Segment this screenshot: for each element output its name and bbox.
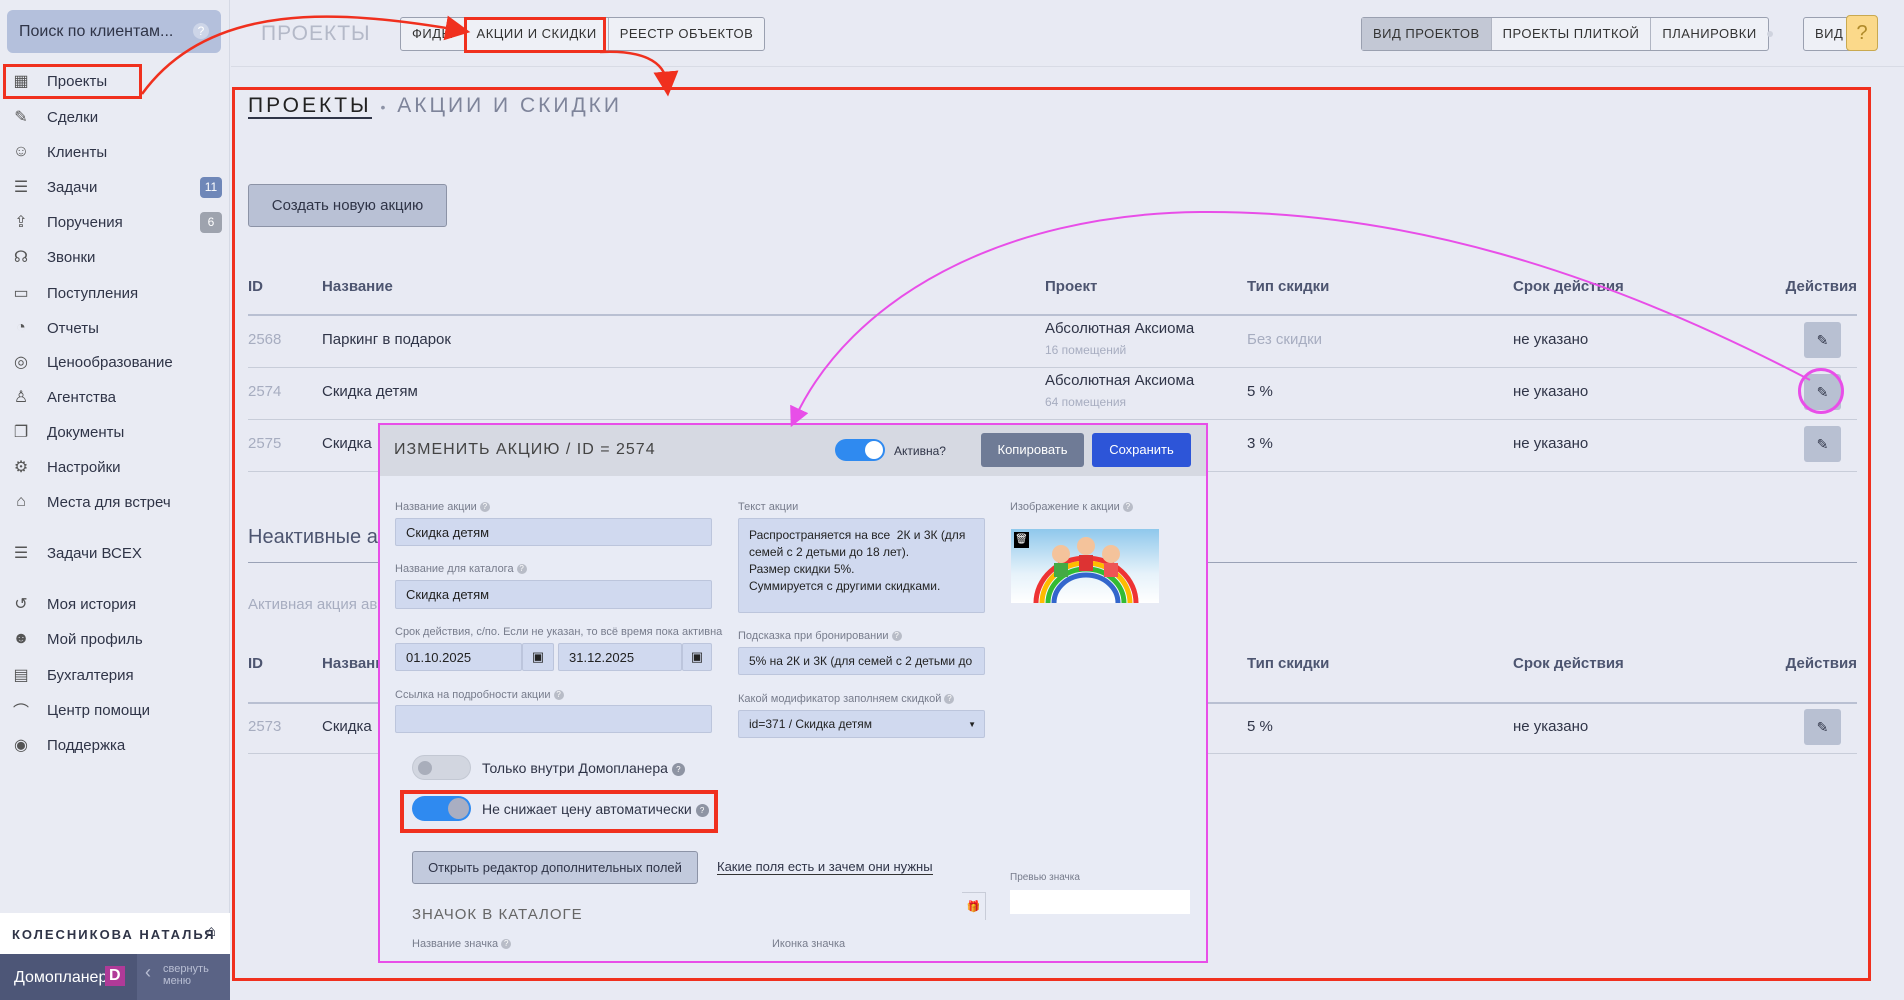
- arrow-projects-to-tab: [140, 15, 471, 95]
- arrow-edit-to-modal: [790, 210, 1811, 428]
- arrow-tab-to-content: [599, 50, 679, 97]
- annotation-arrows: [140, 15, 1811, 428]
